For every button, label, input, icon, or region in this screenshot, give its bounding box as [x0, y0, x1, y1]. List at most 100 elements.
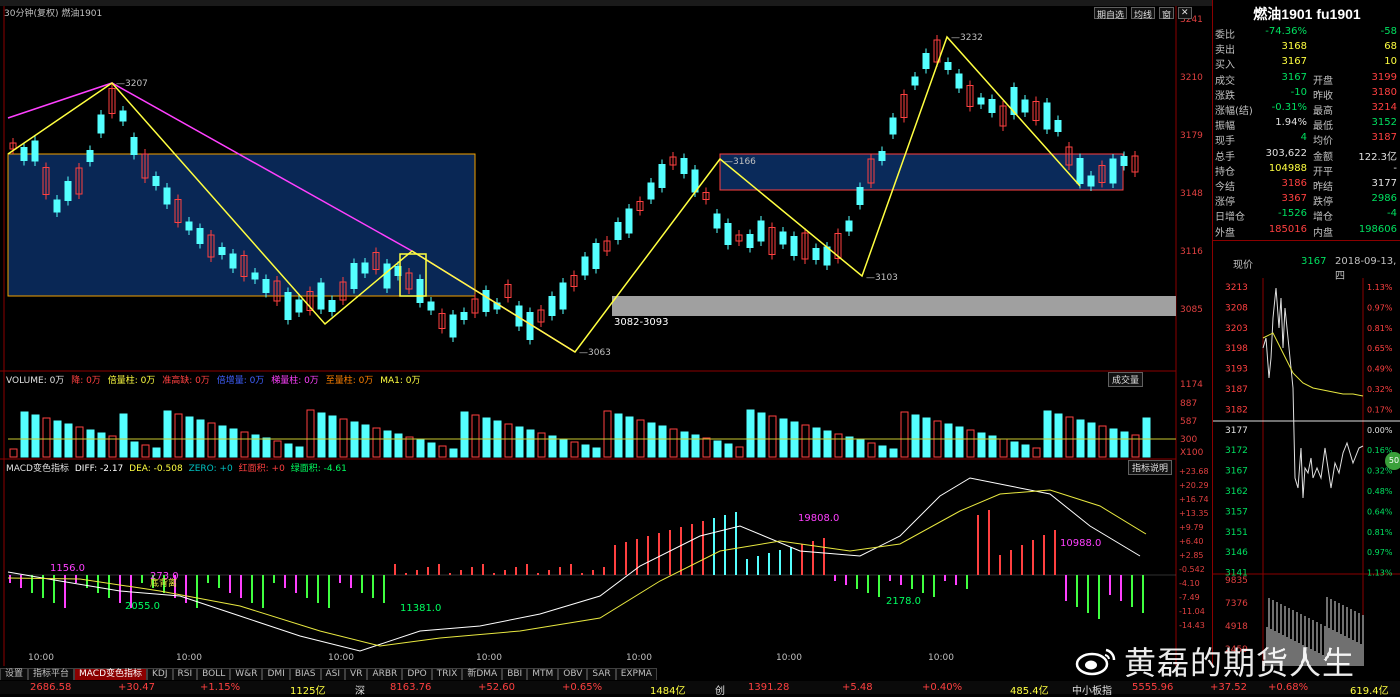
volume-bar [823, 430, 832, 458]
now-price-value: 3167 [1301, 256, 1327, 267]
window-button[interactable]: 窗 [1159, 7, 1175, 21]
watermark: 黄磊的期货人生 [1124, 644, 1356, 682]
timeframe-label[interactable]: 30分钟(复权) [4, 9, 58, 19]
quote-value: 1.94% [1275, 117, 1307, 129]
indicator-tab[interactable]: ARBR [367, 668, 403, 680]
volume-bar [1065, 416, 1074, 458]
candle-body [812, 248, 820, 260]
intraday-axis-label: 3172 [1225, 446, 1248, 456]
volume-bar [977, 432, 986, 458]
volume-bar [119, 413, 128, 458]
sh-index-pct: +1.15% [200, 682, 241, 693]
indicator-tab[interactable]: RSI [172, 668, 198, 680]
indicator-tab[interactable]: 新DMA [462, 668, 503, 680]
candle-body [251, 272, 259, 280]
candle-body [845, 220, 853, 232]
quote-row: 持仓 104988 开平 - [1215, 163, 1399, 178]
vol-item: 准高缺: 0万 [162, 376, 210, 386]
indicator-tab[interactable]: DMI [262, 668, 290, 680]
volume-bar [955, 426, 964, 458]
candle-body [31, 140, 39, 162]
indicator-help-button[interactable]: 指标说明 [1128, 460, 1173, 475]
label-3063: —3063 [579, 348, 611, 358]
candle-body [416, 279, 424, 303]
quote-value: 3187 [1371, 132, 1397, 144]
volume-button[interactable]: 成交量 [1108, 372, 1144, 387]
indicator-tab[interactable]: 指标平台 [28, 668, 75, 680]
indicator-tab[interactable]: MACD变色指标 [74, 668, 148, 680]
volume-bar [966, 429, 975, 458]
intraday-axis-label: 3162 [1225, 487, 1248, 497]
vol-item: 至量柱: 0万 [325, 376, 374, 386]
volume-bar [1120, 431, 1129, 458]
volume-bar [570, 441, 579, 458]
quote-label: 成交 [1215, 75, 1235, 87]
volume-bar [592, 447, 601, 458]
indicator-tab[interactable]: BOLL [197, 668, 231, 680]
macd-red: 红面积: +0 [238, 464, 285, 474]
candle-body [680, 158, 688, 174]
self-select-button[interactable]: 期自选 [1094, 7, 1128, 21]
intraday-axis-label: 3198 [1225, 344, 1248, 354]
volume-bar [1054, 413, 1063, 458]
candle-body [119, 110, 127, 122]
sz-label: 深 [355, 686, 365, 697]
indicator-tab[interactable]: BIAS [289, 668, 321, 680]
candle-body [658, 164, 666, 188]
indicator-tab[interactable]: W&R [230, 668, 263, 680]
quote-value: 3199 [1371, 71, 1397, 83]
candle-body [746, 234, 754, 248]
volume-axis-label: 1174 [1180, 380, 1203, 390]
quote-row: 日增仓 -1526 增仓 -4 [1215, 208, 1399, 224]
quote-label: 买入 [1215, 60, 1235, 72]
volume-bar [449, 448, 458, 458]
volume-bar [185, 416, 194, 458]
quote-row: 现手 4 均价 3187 [1215, 132, 1399, 147]
chart-header: 30分钟(复权) 燃油1901 [4, 6, 102, 19]
candle-body [482, 290, 490, 312]
volume-bar [460, 411, 469, 458]
quote-value: 198606 [1358, 223, 1397, 235]
macd-header: MACD变色指标 DIFF: -2.17 DEA: -0.508 ZERO: +… [6, 461, 350, 474]
macd-dea-line [7, 489, 1147, 647]
indicator-tab[interactable]: BBI [502, 668, 528, 680]
indicator-tab[interactable]: MTM [527, 668, 559, 680]
quote-row: 涨幅(结) -0.31% 最高 3214 [1215, 102, 1399, 117]
volume-bar [251, 434, 260, 458]
candle-body [295, 299, 303, 313]
candle-body [460, 312, 468, 320]
intraday-axis-label: 3213 [1225, 283, 1248, 293]
quote-row: 总手 303,622 金额 122.3亿 [1215, 148, 1399, 163]
indicator-tab[interactable]: EXPMA [615, 668, 657, 680]
quote-label: 开平 [1313, 166, 1333, 178]
candle-body [328, 300, 336, 312]
quote-row: 外盘 185016 内盘 198606 [1215, 223, 1399, 239]
indicator-tab[interactable]: VR [345, 668, 368, 680]
time-axis-label: 10:00 [476, 653, 502, 663]
candle-body [152, 176, 160, 186]
volume-bar [218, 425, 227, 458]
ma-button[interactable]: 均线 [1131, 7, 1156, 21]
volume-header: VOLUME: 0万 降: 0万 倍量柱: 0万 准高缺: 0万 倍增量: 0万… [6, 373, 424, 386]
indicator-tab[interactable]: OBV [558, 668, 588, 680]
indicator-tab[interactable]: SAR [587, 668, 616, 680]
volume-bar [1043, 410, 1052, 458]
quote-label: 涨幅(结) [1215, 106, 1253, 117]
indicator-tab[interactable]: DPO [402, 668, 432, 680]
indicator-tab[interactable]: 设置 [0, 668, 29, 680]
candle-body [262, 279, 270, 293]
quote-label: 增仓 [1313, 212, 1333, 224]
macd-axis-label: -14.43 [1179, 621, 1205, 630]
volume-bar [1087, 422, 1096, 458]
indicator-tab[interactable]: TRIX [431, 668, 463, 680]
candle-body [889, 117, 897, 135]
quote-value: -4 [1387, 208, 1397, 220]
weibo-logo-icon [1075, 648, 1116, 676]
indicator-tab[interactable]: ASI [320, 668, 346, 680]
candle-body [1076, 158, 1084, 184]
macd-name[interactable]: MACD变色指标 [6, 464, 69, 474]
float-badge[interactable]: 50 [1385, 452, 1400, 470]
intraday-pct-label: 0.97% [1367, 303, 1393, 312]
close-icon[interactable]: ✕ [1178, 7, 1192, 19]
indicator-tab[interactable]: KDJ [147, 668, 173, 680]
